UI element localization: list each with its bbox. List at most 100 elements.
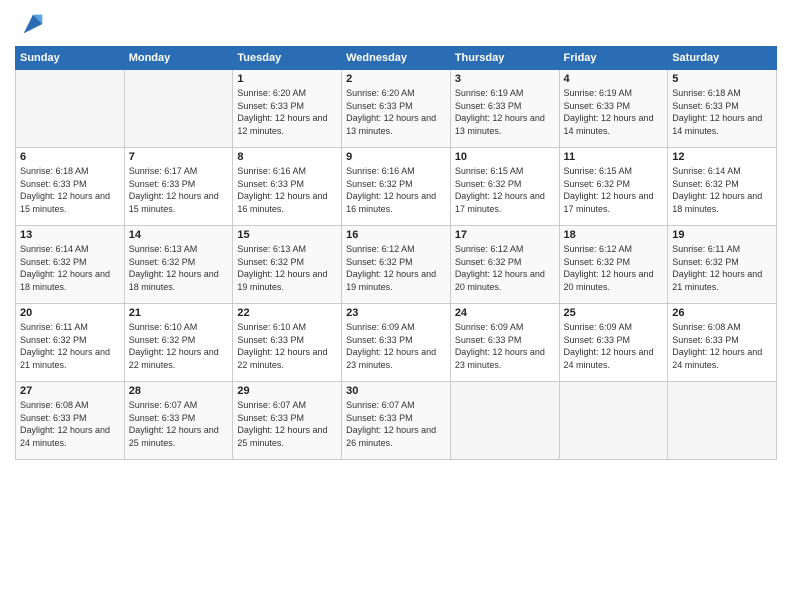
- day-info: Sunrise: 6:10 AMSunset: 6:32 PMDaylight:…: [129, 321, 229, 371]
- calendar-cell: 28 Sunrise: 6:07 AMSunset: 6:33 PMDayligh…: [124, 382, 233, 460]
- calendar-cell: 24Sunrise: 6:09 AMSunset: 6:33 PMDayligh…: [450, 304, 559, 382]
- calendar-cell: 12Sunrise: 6:14 AMSunset: 6:32 PMDayligh…: [668, 148, 777, 226]
- day-info: Sunrise: 6:12 AMSunset: 6:32 PMDaylight:…: [455, 243, 555, 293]
- day-info: Sunrise: 6:20 AMSunset: 6:33 PMDaylight:…: [237, 87, 337, 137]
- weekday-header-thursday: Thursday: [450, 47, 559, 70]
- calendar-cell: 14 Sunrise: 6:13 AMSunset: 6:32 PMDayligh…: [124, 226, 233, 304]
- calendar-cell: [559, 382, 668, 460]
- day-number: 23: [346, 307, 446, 319]
- day-info: Sunrise: 6:11 AMSunset: 6:32 PMDaylight:…: [20, 321, 120, 371]
- day-info: Sunrise: 6:12 AMSunset: 6:32 PMDaylight:…: [346, 243, 446, 293]
- day-number: 10: [455, 151, 555, 163]
- calendar-cell: [16, 70, 125, 148]
- day-number: 8: [237, 151, 337, 163]
- weekday-header-wednesday: Wednesday: [342, 47, 451, 70]
- weekday-header-saturday: Saturday: [668, 47, 777, 70]
- day-info: Sunrise: 6:18 AMSunset: 6:33 PMDaylight:…: [20, 165, 120, 215]
- calendar-table: SundayMondayTuesdayWednesdayThursdayFrid…: [15, 46, 777, 460]
- day-number: 20: [20, 307, 120, 319]
- day-number: 26: [672, 307, 772, 319]
- calendar-cell: 30 Sunrise: 6:07 AMSunset: 6:33 PMDayligh…: [342, 382, 451, 460]
- page: SundayMondayTuesdayWednesdayThursdayFrid…: [0, 0, 792, 612]
- calendar-cell: 10 Sunrise: 6:15 AMSunset: 6:32 PMDayligh…: [450, 148, 559, 226]
- calendar-cell: 15 Sunrise: 6:13 AMSunset: 6:32 PMDayligh…: [233, 226, 342, 304]
- calendar-cell: 25 Sunrise: 6:09 AMSunset: 6:33 PMDayligh…: [559, 304, 668, 382]
- day-number: 29: [237, 385, 337, 397]
- calendar-cell: [668, 382, 777, 460]
- day-info: Sunrise: 6:07 AMSunset: 6:33 PMDaylight:…: [129, 399, 229, 449]
- day-info: Sunrise: 6:19 AMSunset: 6:33 PMDaylight:…: [564, 87, 664, 137]
- day-number: 25: [564, 307, 664, 319]
- calendar-cell: 18 Sunrise: 6:12 AMSunset: 6:32 PMDayligh…: [559, 226, 668, 304]
- day-number: 16: [346, 229, 446, 241]
- day-number: 3: [455, 73, 555, 85]
- calendar-cell: 27 Sunrise: 6:08 AMSunset: 6:33 PMDayligh…: [16, 382, 125, 460]
- day-info: Sunrise: 6:09 AMSunset: 6:33 PMDaylight:…: [564, 321, 664, 371]
- weekday-header-friday: Friday: [559, 47, 668, 70]
- calendar-cell: 6 Sunrise: 6:18 AMSunset: 6:33 PMDaylight…: [16, 148, 125, 226]
- day-number: 13: [20, 229, 120, 241]
- calendar-cell: 29 Sunrise: 6:07 AMSunset: 6:33 PMDayligh…: [233, 382, 342, 460]
- day-number: 4: [564, 73, 664, 85]
- header: [15, 10, 777, 38]
- calendar-week-row: 27 Sunrise: 6:08 AMSunset: 6:33 PMDayligh…: [16, 382, 777, 460]
- calendar-cell: 7 Sunrise: 6:17 AMSunset: 6:33 PMDaylight…: [124, 148, 233, 226]
- calendar-cell: 19 Sunrise: 6:11 AMSunset: 6:32 PMDayligh…: [668, 226, 777, 304]
- logo: [15, 10, 47, 38]
- weekday-header-sunday: Sunday: [16, 47, 125, 70]
- day-number: 15: [237, 229, 337, 241]
- calendar-week-row: 13 Sunrise: 6:14 AMSunset: 6:32 PMDayligh…: [16, 226, 777, 304]
- day-info: Sunrise: 6:18 AMSunset: 6:33 PMDaylight:…: [672, 87, 772, 137]
- calendar-cell: 22 Sunrise: 6:10 AMSunset: 6:33 PMDayligh…: [233, 304, 342, 382]
- day-info: Sunrise: 6:13 AMSunset: 6:32 PMDaylight:…: [237, 243, 337, 293]
- day-number: 27: [20, 385, 120, 397]
- day-number: 18: [564, 229, 664, 241]
- calendar-cell: 16 Sunrise: 6:12 AMSunset: 6:32 PMDayligh…: [342, 226, 451, 304]
- calendar-cell: 4 Sunrise: 6:19 AMSunset: 6:33 PMDaylight…: [559, 70, 668, 148]
- calendar-cell: 17 Sunrise: 6:12 AMSunset: 6:32 PMDayligh…: [450, 226, 559, 304]
- day-number: 28: [129, 385, 229, 397]
- calendar-cell: 8 Sunrise: 6:16 AMSunset: 6:33 PMDaylight…: [233, 148, 342, 226]
- day-info: Sunrise: 6:10 AMSunset: 6:33 PMDaylight:…: [237, 321, 337, 371]
- day-info: Sunrise: 6:16 AMSunset: 6:33 PMDaylight:…: [237, 165, 337, 215]
- calendar-cell: [450, 382, 559, 460]
- calendar-cell: 9Sunrise: 6:16 AMSunset: 6:32 PMDaylight…: [342, 148, 451, 226]
- calendar-cell: [124, 70, 233, 148]
- day-info: Sunrise: 6:17 AMSunset: 6:33 PMDaylight:…: [129, 165, 229, 215]
- day-info: Sunrise: 6:11 AMSunset: 6:32 PMDaylight:…: [672, 243, 772, 293]
- calendar-cell: 21 Sunrise: 6:10 AMSunset: 6:32 PMDayligh…: [124, 304, 233, 382]
- day-info: Sunrise: 6:15 AMSunset: 6:32 PMDaylight:…: [564, 165, 664, 215]
- day-info: Sunrise: 6:07 AMSunset: 6:33 PMDaylight:…: [237, 399, 337, 449]
- day-number: 7: [129, 151, 229, 163]
- day-info: Sunrise: 6:14 AMSunset: 6:32 PMDaylight:…: [20, 243, 120, 293]
- calendar-cell: 5Sunrise: 6:18 AMSunset: 6:33 PMDaylight…: [668, 70, 777, 148]
- logo-icon: [19, 10, 47, 38]
- day-number: 6: [20, 151, 120, 163]
- day-number: 21: [129, 307, 229, 319]
- day-number: 24: [455, 307, 555, 319]
- day-info: Sunrise: 6:07 AMSunset: 6:33 PMDaylight:…: [346, 399, 446, 449]
- weekday-header-tuesday: Tuesday: [233, 47, 342, 70]
- calendar-cell: 1 Sunrise: 6:20 AMSunset: 6:33 PMDaylight…: [233, 70, 342, 148]
- day-info: Sunrise: 6:13 AMSunset: 6:32 PMDaylight:…: [129, 243, 229, 293]
- day-number: 17: [455, 229, 555, 241]
- day-number: 14: [129, 229, 229, 241]
- day-info: Sunrise: 6:15 AMSunset: 6:32 PMDaylight:…: [455, 165, 555, 215]
- day-number: 11: [564, 151, 664, 163]
- day-number: 9: [346, 151, 446, 163]
- day-info: Sunrise: 6:08 AMSunset: 6:33 PMDaylight:…: [20, 399, 120, 449]
- day-number: 1: [237, 73, 337, 85]
- day-info: Sunrise: 6:14 AMSunset: 6:32 PMDaylight:…: [672, 165, 772, 215]
- day-info: Sunrise: 6:12 AMSunset: 6:32 PMDaylight:…: [564, 243, 664, 293]
- day-number: 19: [672, 229, 772, 241]
- day-number: 22: [237, 307, 337, 319]
- day-info: Sunrise: 6:19 AMSunset: 6:33 PMDaylight:…: [455, 87, 555, 137]
- day-info: Sunrise: 6:20 AMSunset: 6:33 PMDaylight:…: [346, 87, 446, 137]
- day-number: 2: [346, 73, 446, 85]
- calendar-cell: 23Sunrise: 6:09 AMSunset: 6:33 PMDayligh…: [342, 304, 451, 382]
- calendar-cell: 13 Sunrise: 6:14 AMSunset: 6:32 PMDayligh…: [16, 226, 125, 304]
- calendar-cell: 26 Sunrise: 6:08 AMSunset: 6:33 PMDayligh…: [668, 304, 777, 382]
- day-number: 30: [346, 385, 446, 397]
- day-info: Sunrise: 6:08 AMSunset: 6:33 PMDaylight:…: [672, 321, 772, 371]
- weekday-header-monday: Monday: [124, 47, 233, 70]
